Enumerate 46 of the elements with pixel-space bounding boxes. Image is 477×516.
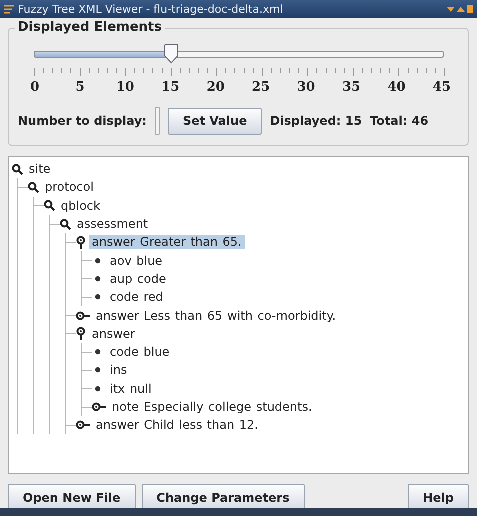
slider-tick-label: 40 [386,80,407,95]
menu-icon[interactable] [4,4,14,14]
tree-node-label[interactable]: site [26,162,54,176]
magnifier-icon [28,182,39,193]
key-icon[interactable] [92,402,106,412]
slider-tick-label: 0 [29,80,41,95]
tree-node-label[interactable]: qblock [58,198,104,213]
slider-tick-label: 5 [74,80,86,95]
tree-node-label[interactable]: aov blue [107,254,166,268]
set-value-button[interactable]: Set Value [168,108,262,134]
slider-tick-label: 20 [206,80,226,95]
tree-node-label[interactable]: ins [107,363,130,378]
total-count: Total: 46 [370,114,429,128]
tree-node-label[interactable]: answer Child less than 12. [93,418,262,432]
slider-tick-label: 10 [115,80,136,95]
magnifier-icon[interactable] [44,200,55,212]
number-label: Number to display: [18,114,147,128]
pin-icon[interactable] [76,236,86,249]
maximize-icon[interactable] [457,5,465,13]
key-icon[interactable] [76,310,90,321]
number-input-field[interactable] [154,107,160,135]
displayed-count: Displayed: 15 [270,114,362,128]
slider-thumb[interactable] [164,44,179,64]
minimize-icon[interactable] [447,5,455,13]
slider-tick-label: 25 [251,80,272,95]
magnifier-icon[interactable] [28,182,39,193]
tree-node-label[interactable]: note Especially college students. [109,400,316,414]
slider-tick-label: 30 [296,80,316,95]
tree-node-label[interactable]: answer Less than 65 with co-morbidity. [93,308,340,323]
tree-node-label[interactable]: code blue [107,345,173,360]
slider-tick-label: 15 [160,80,181,95]
pin-icon[interactable] [76,327,86,340]
tree-node-label[interactable]: aup code [107,272,170,286]
slider[interactable] [34,44,444,64]
slider-tick-label: 35 [341,80,362,95]
tree-node-label[interactable]: protocol [42,180,97,194]
magnifier-icon [44,200,55,212]
tree-node-label[interactable]: code red [107,290,166,304]
window-title: Fuzzy Tree XML Viewer - flu-triage-doc-delta.xml [18,2,284,16]
slider-tick-label: 45 [432,80,452,95]
key-icon[interactable] [76,420,90,430]
tree-node-label[interactable]: answer Greater than 65. [89,235,245,250]
tree-node-label[interactable]: answer [89,326,138,341]
tree-node-label[interactable]: assessment [74,217,152,232]
group-title: Displayed Elements [15,20,165,35]
tree-node-label[interactable]: itx null [107,382,155,396]
